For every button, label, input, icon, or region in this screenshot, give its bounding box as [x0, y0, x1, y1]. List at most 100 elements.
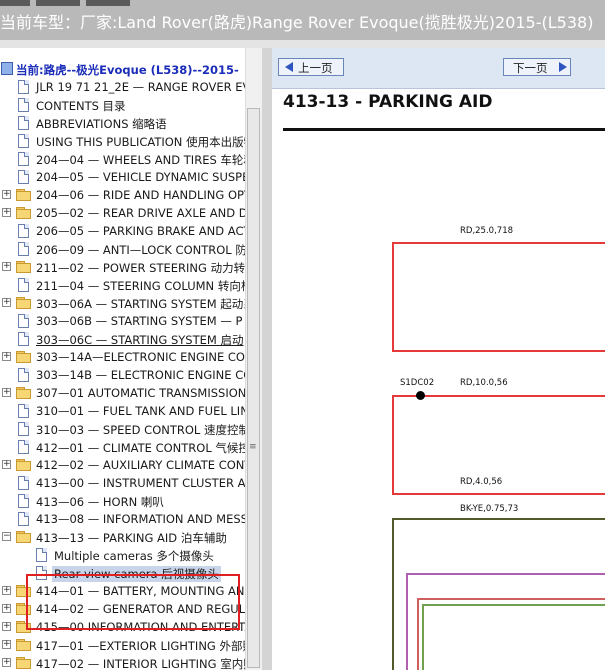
folder-icon	[16, 459, 32, 471]
tree-item-label: 417—01 —EXTERIOR LIGHTING 外部照明	[36, 639, 263, 653]
expand-icon[interactable]: +	[2, 604, 11, 613]
wire-label: BK-YE,0.75,73	[460, 504, 519, 514]
expand-icon[interactable]: +	[2, 640, 11, 649]
tree-item-label: 303—06B — STARTING SYSTEM — P	[36, 314, 243, 328]
scrollbar-thumb[interactable]	[247, 108, 260, 668]
tree-item[interactable]: CONTENTS 目录	[0, 96, 262, 114]
document-icon	[18, 170, 29, 184]
tree-item[interactable]: +417—02 — INTERIOR LIGHTING 室内照明	[0, 654, 262, 670]
connector-box	[392, 242, 605, 352]
folder-icon	[16, 261, 32, 273]
taskbar-tabs	[0, 0, 300, 6]
collapse-icon[interactable]: −	[2, 532, 11, 541]
tree-item-label: 204—05 — VEHICLE DYNAMIC SUSPENSION	[36, 170, 263, 184]
pane-splitter[interactable]	[262, 48, 272, 670]
tree-item[interactable]: 413—00 — INSTRUMENT CLUSTER AND PANEL	[0, 474, 262, 492]
sidebar-tree[interactable]: 当前:路虎--极光Evoque (L538)--2015- JLR 19 71 …	[0, 48, 263, 670]
prev-page-label: 上一页	[298, 61, 333, 75]
highlight-box	[26, 574, 240, 630]
tree-item[interactable]: 413—08 — INFORMATION AND MESSAGE CENTER	[0, 510, 262, 528]
tree-item-label: 206—09 — ANTI—LOCK CONTROL 防抱死	[36, 243, 263, 257]
tree-item-label: 310—01 — FUEL TANK AND FUEL LINES	[36, 404, 263, 418]
tree-item-label: 303—06A — STARTING SYSTEM 起动系统	[36, 297, 263, 311]
tree-item-label: Multiple cameras 多个摄像头	[54, 549, 214, 563]
tree-item[interactable]: +211—02 — POWER STEERING 动力转向	[0, 258, 262, 276]
document-icon	[18, 314, 29, 328]
tree-item[interactable]: 204—04 — WHEELS AND TIRES 车轮和轮胎	[0, 150, 262, 168]
tree-item[interactable]: +412—02 — AUXILIARY CLIMATE CONTROL	[0, 456, 262, 474]
next-page-label: 下一页	[513, 61, 548, 75]
folder-icon	[16, 639, 32, 651]
document-icon	[18, 494, 29, 508]
splice-dot	[416, 391, 425, 400]
expand-icon[interactable]: +	[2, 352, 11, 361]
tree-item[interactable]: − 413—13 — PARKING AID 泊车辅助	[0, 528, 262, 546]
tree-item[interactable]: 211—04 — STEERING COLUMN 转向柱	[0, 276, 262, 294]
tree-item-label: 413—00 — INSTRUMENT CLUSTER AND PANEL	[36, 476, 262, 490]
expand-icon[interactable]: +	[2, 388, 11, 397]
expand-icon[interactable]: +	[2, 586, 11, 595]
expand-icon[interactable]: +	[2, 262, 11, 271]
expand-icon[interactable]: +	[2, 658, 11, 667]
title-bar: 当前车型：厂家:Land Rover(路虎)Range Rover Evoque…	[0, 0, 605, 40]
document-icon	[18, 116, 29, 130]
tree-item[interactable]: +204—06 — RIDE AND HANDLING OPTIMIZATION	[0, 186, 262, 204]
tree-item[interactable]: 310—01 — FUEL TANK AND FUEL LINES	[0, 402, 262, 420]
tree-item[interactable]: +307—01 AUTOMATIC TRANSMISSION	[0, 384, 262, 402]
tree-item[interactable]: 413—06 — HORN 喇叭	[0, 492, 262, 510]
expand-icon[interactable]: +	[2, 622, 11, 631]
document-icon	[18, 332, 29, 346]
tree-item[interactable]: USING THIS PUBLICATION 使用本出版物	[0, 132, 262, 150]
expand-icon[interactable]: +	[2, 190, 11, 199]
document-icon	[18, 152, 29, 166]
tree-item[interactable]: 204—05 — VEHICLE DYNAMIC SUSPENSION	[0, 168, 262, 186]
tree-item[interactable]: 206—09 — ANTI—LOCK CONTROL 防抱死	[0, 240, 262, 258]
tree-item-label: 205—02 — REAR DRIVE AXLE AND DIFFERENTIA…	[36, 206, 262, 220]
document-icon	[18, 512, 29, 526]
tree-item[interactable]: 303—06B — STARTING SYSTEM — P	[0, 312, 262, 330]
tree-item[interactable]: 303—06C — STARTING SYSTEM 启动	[0, 330, 262, 348]
document-icon	[18, 368, 29, 382]
tree-item[interactable]: 206—05 — PARKING BRAKE AND ACTUATION	[0, 222, 262, 240]
tree-item[interactable]: +205—02 — REAR DRIVE AXLE AND DIFFERENTI…	[0, 204, 262, 222]
expand-icon[interactable]: +	[2, 460, 11, 469]
document-icon	[18, 422, 29, 436]
arrow-right-icon	[559, 62, 567, 72]
expand-icon[interactable]: +	[2, 208, 11, 217]
tree-item-label: 211—02 — POWER STEERING 动力转向	[36, 261, 257, 275]
sidebar-scrollbar[interactable]: ≡	[245, 48, 262, 670]
wire-label: RD,4.0,56	[460, 477, 503, 487]
prev-page-button[interactable]: 上一页	[278, 58, 344, 76]
document-icon	[18, 278, 29, 292]
folder-icon	[16, 189, 32, 201]
tree-item-label: 413—08 — INFORMATION AND MESSAGE CENTER	[36, 512, 262, 526]
scrollbar-grip-icon: ≡	[249, 442, 257, 452]
next-page-button[interactable]: 下一页	[503, 58, 571, 76]
folder-open-icon	[16, 531, 32, 543]
toolbar-strip	[0, 40, 605, 48]
tree-item[interactable]: 412—01 — CLIMATE CONTROL 气候控制	[0, 438, 262, 456]
tree-item-label: USING THIS PUBLICATION 使用本出版物	[36, 135, 256, 149]
title-rule	[283, 128, 605, 131]
tree-item[interactable]: +417—01 —EXTERIOR LIGHTING 外部照明	[0, 636, 262, 654]
tree-item-label: 413—06 — HORN 喇叭	[36, 495, 164, 509]
tree-item[interactable]: +303—06A — STARTING SYSTEM 起动系统	[0, 294, 262, 312]
nav-bar: 上一页 下一页	[272, 48, 605, 89]
tree-item[interactable]: 310—03 — SPEED CONTROL 速度控制	[0, 420, 262, 438]
folder-icon	[16, 351, 32, 363]
tree-item-label: 204—04 — WHEELS AND TIRES 车轮和轮胎	[36, 153, 263, 167]
tree-root-label: 当前:路虎--极光Evoque (L538)--2015-	[16, 63, 239, 77]
tree-child-item[interactable]: Multiple cameras 多个摄像头	[0, 546, 262, 564]
tree-item[interactable]: 303—14B — ELECTRONIC ENGINE CONTROLS	[0, 366, 262, 384]
tree-item[interactable]: ABBREVIATIONS 缩略语	[0, 114, 262, 132]
diagram-frame	[422, 604, 605, 670]
folder-icon	[16, 297, 32, 309]
tree-item-label: 303—14B — ELECTRONIC ENGINE CONTROLS	[36, 368, 262, 382]
document-pane: 上一页 下一页 413-13 - PARKING AID RD,25.0,718…	[272, 48, 605, 670]
expand-icon[interactable]: +	[2, 298, 11, 307]
document-icon	[18, 242, 29, 256]
computer-icon	[1, 62, 13, 75]
tree-item[interactable]: +303—14A—ELECTRONIC ENGINE CONTROLS	[0, 348, 262, 366]
tree-item[interactable]: JLR 19 71 21_2E — RANGE ROVER EVOQUE	[0, 78, 262, 96]
tree-item-label: 307—01 AUTOMATIC TRANSMISSION	[36, 386, 247, 400]
